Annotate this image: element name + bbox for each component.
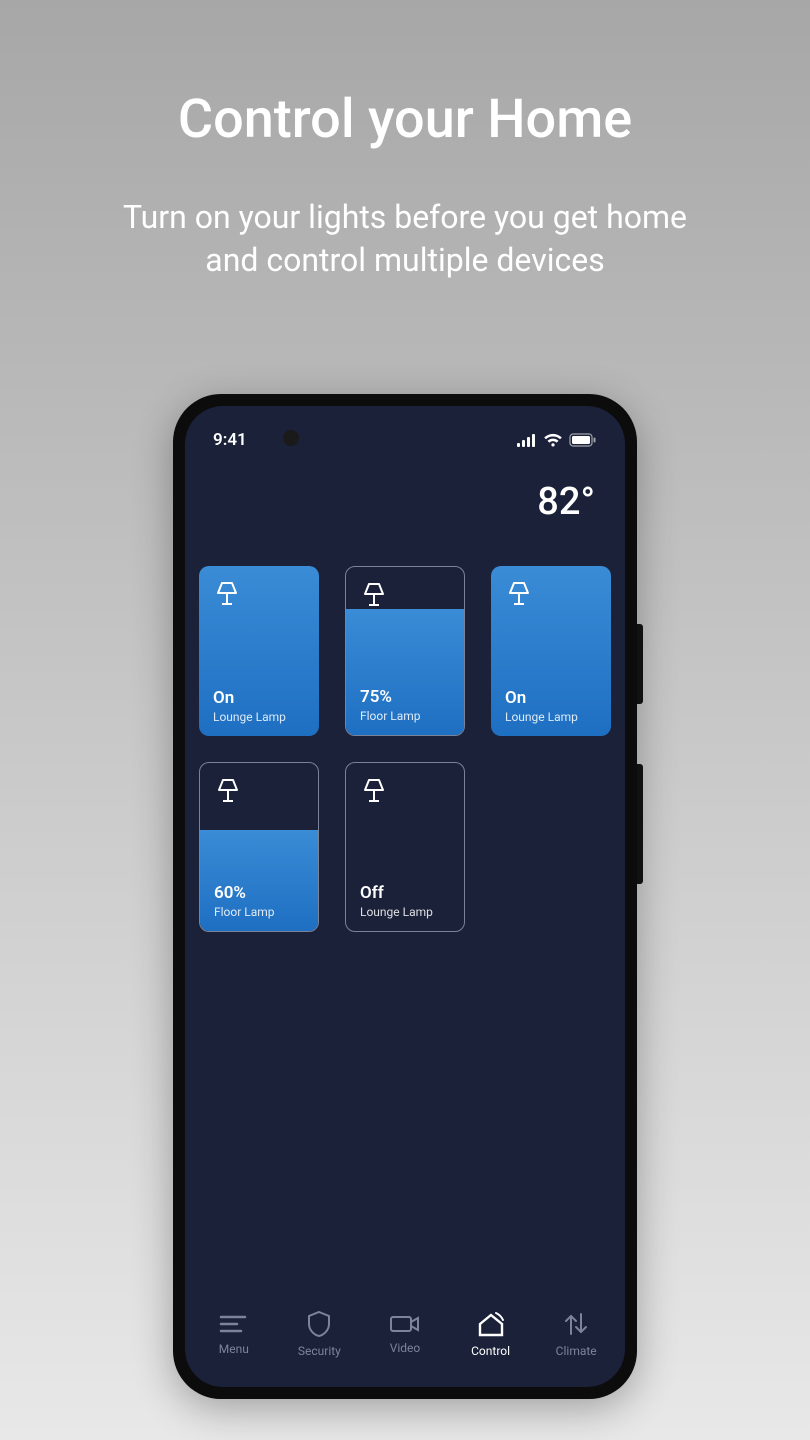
nav-item-security[interactable]: Security: [284, 1310, 354, 1358]
tile-labels: On Lounge Lamp: [505, 688, 601, 724]
lamp-icon: [505, 580, 533, 612]
wifi-icon: [543, 433, 563, 447]
menu-icon: [219, 1312, 249, 1336]
nav-label: Menu: [219, 1342, 249, 1356]
climate-icon: [563, 1310, 589, 1338]
nav-item-control[interactable]: Control: [456, 1310, 526, 1358]
phone-side-button: [637, 764, 643, 884]
nav-item-menu[interactable]: Menu: [199, 1312, 269, 1356]
phone-screen: 9:41 82° On Lounge Lamp 75% Floor Lamp On Lou…: [185, 406, 625, 1387]
page-title: Control your Home: [178, 88, 632, 151]
tile-state: On: [505, 688, 601, 708]
tile-name: Lounge Lamp: [213, 710, 309, 724]
tile-labels: On Lounge Lamp: [213, 688, 309, 724]
status-bar: 9:41: [185, 428, 625, 452]
shield-icon: [306, 1310, 332, 1338]
tile-state: 75%: [360, 687, 454, 707]
signal-icon: [517, 433, 537, 447]
tile-labels: Off Lounge Lamp: [360, 883, 454, 919]
device-tile[interactable]: On Lounge Lamp: [491, 566, 611, 736]
tile-name: Floor Lamp: [214, 905, 308, 919]
phone-mockup: 9:41 82° On Lounge Lamp 75% Floor Lamp On Lou…: [173, 394, 637, 1399]
tile-name: Floor Lamp: [360, 709, 454, 723]
tile-state: On: [213, 688, 309, 708]
nav-label: Video: [390, 1341, 421, 1355]
nav-label: Control: [471, 1344, 510, 1358]
page-subtitle: Turn on your lights before you get home …: [95, 196, 715, 282]
battery-icon: [569, 433, 597, 447]
tile-state: Off: [360, 883, 454, 903]
lamp-icon: [360, 777, 388, 809]
nav-label: Security: [298, 1344, 341, 1358]
tile-name: Lounge Lamp: [360, 905, 454, 919]
nav-item-climate[interactable]: Climate: [541, 1310, 611, 1358]
lamp-icon: [214, 777, 242, 809]
device-tile[interactable]: On Lounge Lamp: [199, 566, 319, 736]
tile-labels: 60% Floor Lamp: [214, 883, 308, 919]
device-tile[interactable]: 75% Floor Lamp: [345, 566, 465, 736]
nav-label: Climate: [556, 1344, 597, 1358]
lamp-icon: [213, 580, 241, 612]
device-tile[interactable]: Off Lounge Lamp: [345, 762, 465, 932]
tile-name: Lounge Lamp: [505, 710, 601, 724]
camera-icon: [389, 1313, 421, 1335]
device-tile[interactable]: 60% Floor Lamp: [199, 762, 319, 932]
bottom-nav: Menu Security Video Control Climate: [185, 1291, 625, 1387]
lamp-icon: [360, 581, 388, 613]
temperature-reading: 82°: [185, 470, 625, 524]
phone-side-button: [637, 624, 643, 704]
status-time: 9:41: [213, 430, 247, 450]
device-grid: On Lounge Lamp 75% Floor Lamp On Lounge Lamp 6…: [185, 524, 625, 932]
home-icon: [476, 1310, 506, 1338]
nav-item-video[interactable]: Video: [370, 1313, 440, 1355]
tile-state: 60%: [214, 883, 308, 903]
status-right: [517, 433, 597, 447]
tile-labels: 75% Floor Lamp: [360, 687, 454, 723]
